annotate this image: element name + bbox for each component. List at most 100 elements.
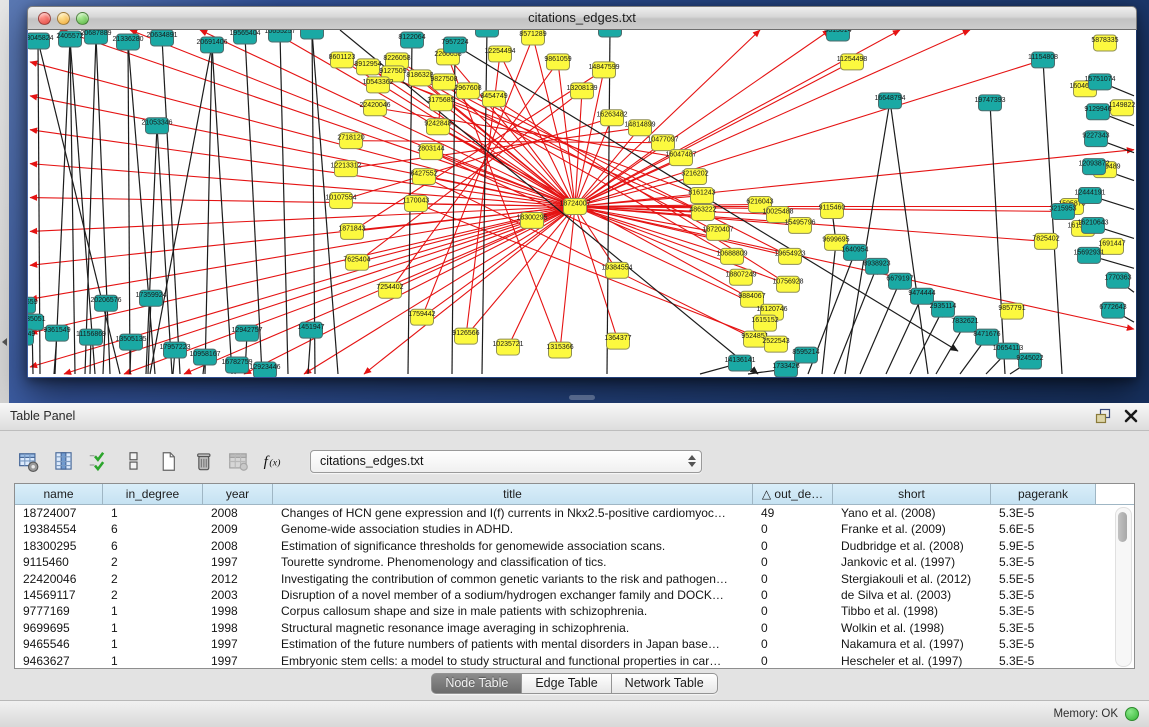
network-node[interactable]: 2803144 — [417, 144, 444, 160]
network-node[interactable]: 8813014 — [824, 30, 851, 41]
network-node[interactable]: 3911549 — [28, 329, 35, 345]
network-node[interactable]: 10107554 — [325, 193, 356, 209]
network-node[interactable]: 18720407 — [702, 224, 733, 240]
network-node[interactable]: 15751074 — [1084, 74, 1115, 90]
network-node[interactable]: 20687889 — [80, 30, 111, 44]
window-titlebar[interactable]: citations_edges.txt — [27, 6, 1137, 30]
column-header-year[interactable]: year — [203, 484, 273, 505]
network-graph[interactable]: 1872400786011238912954822605891275098186… — [28, 30, 1136, 377]
network-node[interactable]: 8471676 — [973, 329, 1000, 345]
network-node[interactable]: 8601123 — [329, 52, 356, 68]
network-edge-black[interactable] — [205, 45, 212, 374]
network-node[interactable]: 10477097 — [647, 135, 678, 151]
network-node[interactable]: 1733426 — [772, 361, 799, 377]
close-panel-icon[interactable] — [1123, 408, 1139, 424]
network-node[interactable]: 8938923 — [863, 258, 890, 274]
import-table-icon-disabled[interactable] — [226, 449, 250, 473]
network-edge-black[interactable] — [890, 101, 928, 374]
network-node[interactable]: 9586806 — [596, 30, 623, 37]
network-edge-black[interactable] — [96, 36, 110, 374]
network-node[interactable]: 10688809 — [716, 248, 747, 264]
network-node[interactable]: 2522543 — [762, 336, 789, 352]
network-node[interactable]: 11154808 — [1028, 52, 1058, 68]
network-node[interactable]: 1871843 — [338, 223, 365, 239]
network-node[interactable]: 17359924 — [135, 290, 166, 306]
table-row[interactable]: 946554611997Estimation of the future num… — [15, 636, 1134, 652]
network-node[interactable]: 14136141 — [724, 355, 755, 371]
network-node[interactable]: 17957223 — [159, 342, 190, 358]
network-node[interactable]: 8571289 — [519, 30, 546, 45]
table-row[interactable]: 1872400712008Changes of HCN gene express… — [15, 505, 1134, 521]
network-edge-red[interactable] — [30, 206, 575, 333]
tab-node-table[interactable]: Node Table — [431, 673, 522, 694]
network-node[interactable]: 1170043 — [403, 196, 430, 212]
network-node[interactable]: 19565404 — [229, 30, 260, 44]
left-splitter[interactable] — [0, 0, 9, 403]
network-node[interactable]: 18724007 — [559, 199, 590, 215]
network-window[interactable]: citations_edges.txt 18724007860112389129… — [27, 6, 1137, 378]
network-edge-black[interactable] — [845, 101, 890, 374]
network-node[interactable]: 3215953 — [1049, 204, 1076, 220]
tab-network-table[interactable]: Network Table — [612, 673, 718, 694]
row-height-icon[interactable] — [121, 449, 145, 473]
network-edge-red[interactable] — [560, 206, 575, 350]
network-edge-red[interactable] — [575, 128, 640, 207]
network-node[interactable]: 16648794 — [874, 93, 905, 109]
network-node[interactable]: 15273602 — [296, 30, 327, 39]
network-node[interactable]: 9245022 — [1016, 353, 1043, 369]
network-node[interactable]: 15692931 — [1073, 247, 1104, 263]
network-node[interactable]: 1315366 — [546, 342, 573, 358]
network-node[interactable]: 1451947 — [297, 322, 324, 338]
zoom-button[interactable] — [76, 12, 89, 25]
network-node[interactable]: 14814899 — [624, 120, 655, 136]
network-node[interactable]: 14847599 — [588, 62, 619, 78]
delete-table-icon[interactable] — [191, 449, 215, 473]
network-edge-black[interactable] — [128, 42, 130, 374]
select-all-icon[interactable] — [86, 449, 110, 473]
network-canvas[interactable]: 1872400786011238912954822605891275098186… — [28, 30, 1136, 377]
column-header-in_degree[interactable]: in_degree — [103, 484, 203, 505]
network-edge-black[interactable] — [85, 36, 96, 374]
network-node[interactable]: 13505135 — [115, 334, 146, 350]
network-node[interactable]: 10543362 — [362, 77, 393, 93]
network-edge-black[interactable] — [834, 266, 877, 374]
network-node[interactable]: 8122064 — [398, 32, 425, 48]
network-node[interactable]: 6679197 — [886, 273, 913, 289]
network-node[interactable]: 12923446 — [249, 362, 280, 377]
network-node[interactable]: 8427552 — [410, 169, 437, 185]
network-edge-red[interactable] — [575, 177, 695, 207]
network-node[interactable]: 7254402 — [376, 282, 403, 298]
network-node[interactable]: 23045824 — [28, 33, 54, 49]
network-node[interactable]: 16210643 — [1077, 217, 1108, 233]
network-node[interactable]: 10958167 — [189, 349, 220, 365]
network-node[interactable]: 1759442 — [408, 309, 435, 325]
scrollbar-thumb[interactable] — [1118, 512, 1127, 542]
network-node[interactable]: 8454749 — [480, 91, 507, 107]
network-node[interactable]: 8161243 — [688, 188, 715, 204]
network-edge-black[interactable] — [452, 45, 455, 374]
network-node[interactable]: 21053346 — [141, 118, 172, 134]
network-node[interactable]: 8595214 — [792, 347, 819, 363]
minimize-button[interactable] — [57, 12, 70, 25]
column-header-short[interactable]: short — [833, 484, 991, 505]
network-node[interactable]: 21336280 — [112, 34, 143, 50]
network-node[interactable]: 1364377 — [604, 333, 631, 349]
float-panel-icon[interactable] — [1095, 408, 1111, 424]
network-edge-black[interactable] — [150, 45, 212, 374]
network-node[interactable]: 19747393 — [974, 95, 1005, 111]
close-button[interactable] — [38, 12, 51, 25]
network-edge-black[interactable] — [607, 30, 610, 374]
network-node[interactable]: 4863222 — [689, 204, 716, 220]
network-node[interactable]: 12444191 — [1074, 188, 1105, 204]
network-node[interactable]: 10655257 — [264, 30, 295, 42]
network-node[interactable]: 7825402 — [1032, 233, 1059, 249]
network-node[interactable]: 11254498 — [837, 54, 868, 70]
network-node[interactable]: 9857791 — [998, 303, 1025, 319]
network-node[interactable]: 1615152 — [751, 315, 778, 331]
network-node[interactable]: 12213312 — [330, 161, 361, 177]
network-node[interactable]: 9861059 — [544, 54, 571, 70]
network-node[interactable]: 10756928 — [772, 276, 803, 292]
network-node[interactable]: 9227343 — [1082, 131, 1109, 147]
network-node[interactable]: 20691406 — [196, 37, 227, 53]
network-node[interactable]: 10719135 — [471, 30, 502, 37]
